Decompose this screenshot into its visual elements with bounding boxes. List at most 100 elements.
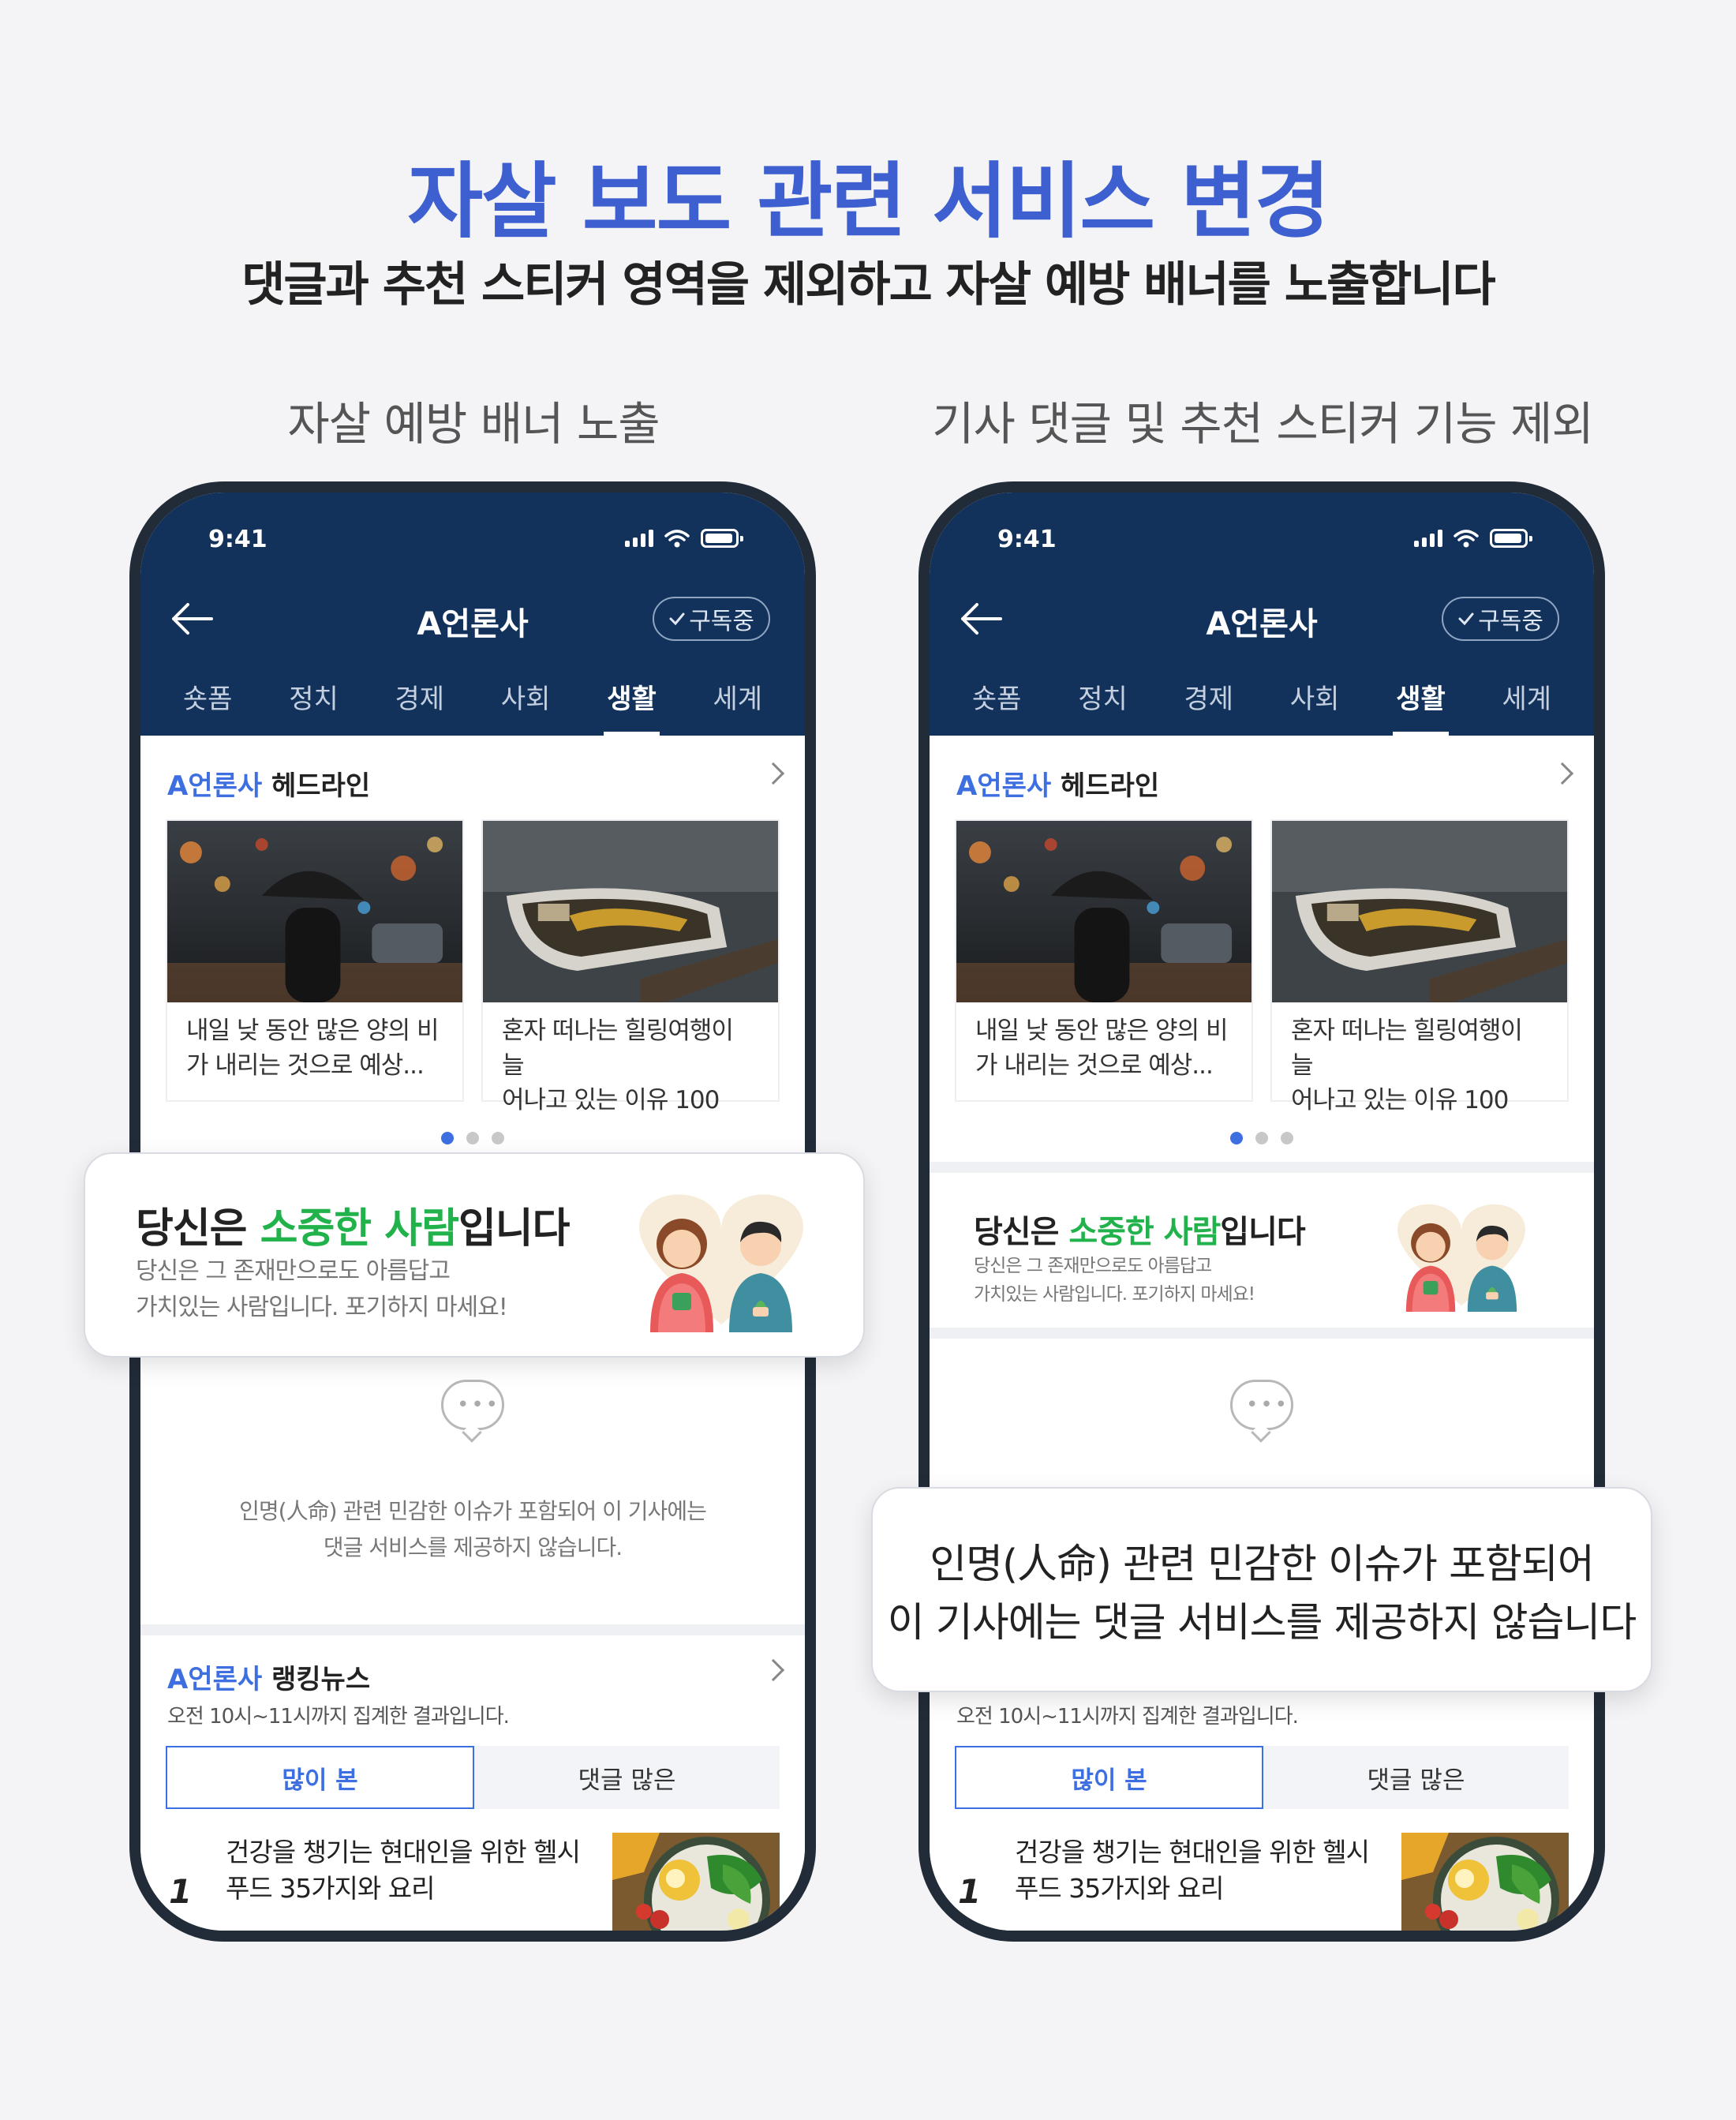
chevron-right-icon[interactable] [1551, 762, 1574, 785]
signal-icon [625, 530, 653, 547]
card-text-line1: 내일 낮 동안 많은 양의 비 [186, 1017, 439, 1045]
ranking-section: A언론사 랭킹뉴스 오전 10시~11시까지 집계한 결과입니다. 많이 본 댓… [140, 1635, 805, 1931]
wifi-icon [1454, 530, 1479, 548]
banner-title-pre: 당신은 [974, 1214, 1069, 1250]
app-header: 9:41 A언론사 구독중 숏폼 정치 경제 사회 생활 세계 [140, 493, 805, 736]
headline-cards: 내일 낮 동안 많은 양의 비가 내리는 것으로 예상... 혼자 떠나는 힐링… [166, 819, 780, 1114]
rank-headline-line1: 건강을 챙기는 현대인을 위한 헬시 [1015, 1837, 1370, 1867]
boat-image [483, 821, 778, 1002]
rainy-street-image [956, 821, 1251, 1002]
banner-desc-line2: 가치있는 사람입니다. 포기하지 마세요! [974, 1284, 1255, 1305]
carousel-indicator[interactable] [140, 1132, 805, 1144]
card-text-line2: 어나고 있는 이유 100 [1291, 1086, 1509, 1114]
bubble-dots: ••• [457, 1393, 501, 1417]
carousel-dot[interactable] [1281, 1132, 1293, 1144]
callout-line1: 인명(人命) 관련 민감한 이슈가 포함되어 [930, 1541, 1595, 1588]
chevron-right-icon[interactable] [761, 762, 785, 785]
banner-title: 당신은 소중한 사람입니다 [974, 1206, 1306, 1252]
subscribe-button[interactable]: 구독중 [653, 597, 770, 641]
status-time: 9:41 [997, 526, 1057, 553]
prevention-banner[interactable]: 당신은 소중한 사람입니다 당신은 그 존재만으로도 아름답고 가치있는 사람입… [930, 1173, 1594, 1328]
headline-card[interactable]: 혼자 떠나는 힐링여행이 늘어나고 있는 이유 100 [1270, 819, 1569, 1114]
section-divider [930, 1328, 1594, 1339]
category-tab[interactable]: 숏폼 [972, 671, 1022, 736]
banner-desc-line1: 당신은 그 존재만으로도 아름답고 [974, 1256, 1212, 1276]
headline-card[interactable]: 내일 낮 동안 많은 양의 비가 내리는 것으로 예상... [166, 819, 464, 1102]
headline-card[interactable]: 혼자 떠나는 힐링여행이 늘어나고 있는 이유 100 [481, 819, 780, 1114]
ranking-press: A언론사 [167, 1664, 263, 1695]
card-text-line2: 가 내리는 것으로 예상... [975, 1051, 1214, 1080]
card-text-line1: 혼자 떠나는 힐링여행이 늘 [502, 1017, 734, 1080]
headline-title[interactable]: A언론사 헤드라인 [167, 764, 370, 803]
section-divider [140, 1624, 805, 1635]
tab-most-viewed[interactable]: 많이 본 [955, 1746, 1263, 1809]
category-tabs: 숏폼 정치 경제 사회 생활 세계 [930, 671, 1594, 736]
couple-illustration [1387, 1195, 1536, 1312]
ranking-item[interactable]: 1 건강을 챙기는 현대인을 위한 헬시 푸드 35가지와 요리 [955, 1833, 1569, 1931]
category-tab[interactable]: 경제 [395, 671, 445, 736]
category-tab[interactable]: 사회 [501, 671, 551, 736]
ranking-title[interactable]: A언론사 랭킹뉴스 [167, 1657, 370, 1696]
headline-title[interactable]: A언론사 헤드라인 [956, 764, 1159, 803]
couple-illustration [627, 1182, 816, 1332]
status-icons [1414, 529, 1532, 548]
category-tab[interactable]: 숏폼 [183, 671, 233, 736]
battery-icon [1490, 529, 1532, 548]
category-tab[interactable]: 생활 [1393, 671, 1449, 736]
floating-comment-notice: 인명(人命) 관련 민감한 이슈가 포함되어 이 기사에는 댓글 서비스를 제공… [871, 1487, 1652, 1692]
ranking-tabs: 많이 본 댓글 많은 [955, 1746, 1569, 1809]
carousel-dot[interactable] [1230, 1132, 1243, 1144]
floating-prevention-banner[interactable]: 당신은 소중한 사람입니다 당신은 그 존재만으로도 아름답고 가치있는 사람입… [84, 1152, 865, 1358]
section-divider [930, 1162, 1594, 1173]
tab-most-commented[interactable]: 댓글 많은 [1263, 1746, 1569, 1809]
rank-headline-line1: 건강을 챙기는 현대인을 위한 헬시 [226, 1837, 581, 1867]
category-tab[interactable]: 경제 [1184, 671, 1234, 736]
headline-section: A언론사 헤드라인 내일 낮 동안 많은 양의 비 가 내리는 것으로 예상..… [930, 736, 1594, 1162]
carousel-indicator[interactable] [930, 1132, 1594, 1144]
banner-title-post: 입니다 [1220, 1214, 1305, 1250]
banner-desc: 당신은 그 존재만으로도 아름답고 가치있는 사람입니다. 포기하지 마세요! [974, 1252, 1255, 1309]
banner-desc-line2: 가치있는 사람입니다. 포기하지 마세요! [136, 1294, 508, 1321]
tab-most-commented[interactable]: 댓글 많은 [474, 1746, 780, 1809]
headline-press: A언론사 [167, 770, 263, 802]
phone-right: 9:41 A언론사 구독중 숏폼 정치 경제 사회 생활 세계 A언론사 헤드라인 [919, 481, 1605, 1942]
category-tab[interactable]: 세계 [1502, 671, 1552, 736]
chevron-right-icon[interactable] [761, 1658, 785, 1682]
check-icon [669, 612, 685, 626]
card-text-line1: 혼자 떠나는 힐링여행이 늘 [1291, 1017, 1523, 1080]
comment-notice: 인명(人命) 관련 민감한 이슈가 포함되어 이 기사에는 댓글 서비스를 제공… [140, 1493, 805, 1566]
tab-most-viewed[interactable]: 많이 본 [166, 1746, 474, 1809]
wifi-icon [664, 530, 690, 548]
ranking-item[interactable]: 1 건강을 챙기는 현대인을 위한 헬시 푸드 35가지와 요리 [166, 1833, 780, 1931]
rank-number: 1 [169, 1872, 193, 1911]
healthy-food-image [612, 1833, 780, 1931]
carousel-dot[interactable] [1255, 1132, 1268, 1144]
ranking-label: 랭킹뉴스 [271, 1664, 371, 1695]
left-column-label: 자살 예방 배너 노출 [287, 397, 660, 451]
card-text-line2: 어나고 있는 이유 100 [502, 1086, 720, 1114]
category-tab[interactable]: 세계 [713, 671, 763, 736]
category-tab[interactable]: 정치 [1078, 671, 1128, 736]
carousel-dot[interactable] [492, 1132, 504, 1144]
category-tab[interactable]: 생활 [604, 671, 660, 736]
subscribe-button[interactable]: 구독중 [1442, 597, 1559, 641]
battery-icon [701, 529, 743, 548]
rank-headline-line2: 푸드 35가지와 요리 [226, 1873, 436, 1904]
category-tab[interactable]: 정치 [289, 671, 339, 736]
status-time: 9:41 [208, 526, 268, 553]
app-header: 9:41 A언론사 구독중 숏폼 정치 경제 사회 생활 세계 [930, 493, 1594, 736]
banner-title-pre: 당신은 [136, 1205, 260, 1253]
subscribe-label: 구독중 [1478, 608, 1543, 635]
category-tab[interactable]: 사회 [1290, 671, 1340, 736]
headline-card[interactable]: 내일 낮 동안 많은 양의 비가 내리는 것으로 예상... [955, 819, 1253, 1102]
signal-icon [1414, 530, 1442, 547]
rank-headline-line2: 푸드 35가지와 요리 [1015, 1873, 1225, 1904]
banner-desc-line1: 당신은 그 존재만으로도 아름답고 [136, 1257, 451, 1285]
boat-image [1272, 821, 1567, 1002]
banner-title: 당신은 소중한 사람입니다 [136, 1195, 570, 1254]
check-icon [1458, 612, 1474, 626]
carousel-dot[interactable] [466, 1132, 479, 1144]
ranking-tabs: 많이 본 댓글 많은 [166, 1746, 780, 1809]
status-icons [625, 529, 743, 548]
carousel-dot[interactable] [441, 1132, 454, 1144]
